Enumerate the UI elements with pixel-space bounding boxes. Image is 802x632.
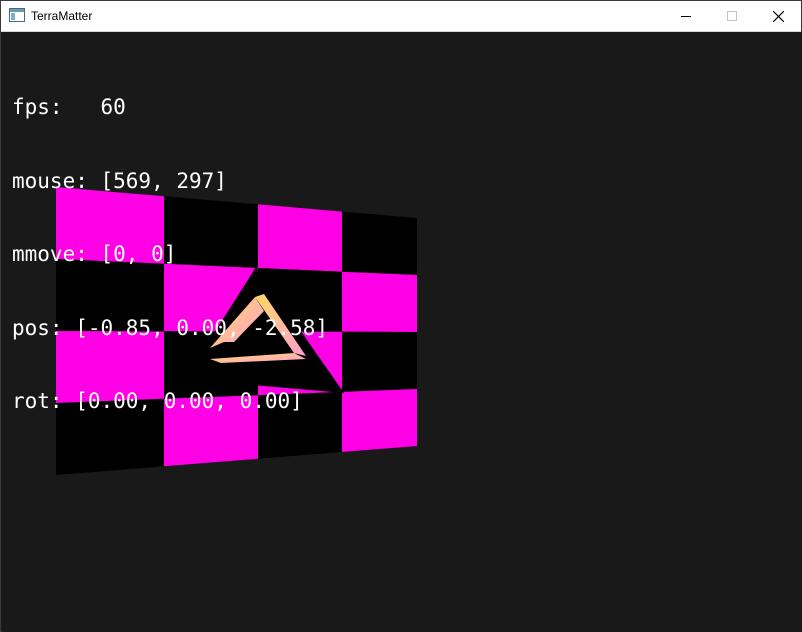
- mouse-readout: mouse: [569, 297]: [12, 168, 227, 193]
- render-viewport[interactable]: fps: 60 mouse: [569, 297] mmove: [0, 0] …: [2, 32, 802, 632]
- pos-readout: pos: [-0.85, 0.00, -2.58]: [12, 315, 329, 340]
- maximize-button[interactable]: [709, 1, 755, 31]
- fps-readout: fps: 60: [12, 95, 126, 119]
- maximize-icon: [727, 11, 737, 21]
- mmove-readout: mmove: [0, 0]: [12, 242, 177, 266]
- window-title: TerraMatter: [31, 9, 93, 23]
- rot-readout: rot: [0.00, 0.00, 0.00]: [12, 389, 303, 413]
- close-icon: [772, 10, 784, 22]
- title-bar[interactable]: TerraMatter: [1, 1, 801, 32]
- close-button[interactable]: [755, 1, 801, 31]
- checker-tile: [342, 271, 417, 332]
- checker-tile: [342, 331, 417, 392]
- app-window-icon: [9, 8, 25, 22]
- app-window: TerraMatter fps: 60 mouse: [569, 297] mm…: [0, 0, 802, 632]
- debug-overlay: fps: 60 mouse: [569, 297] mmove: [0, 0] …: [12, 46, 328, 463]
- checker-tile: [342, 211, 417, 275]
- minimize-icon: [681, 16, 691, 17]
- minimize-button[interactable]: [663, 1, 709, 31]
- checker-tile: [342, 389, 417, 452]
